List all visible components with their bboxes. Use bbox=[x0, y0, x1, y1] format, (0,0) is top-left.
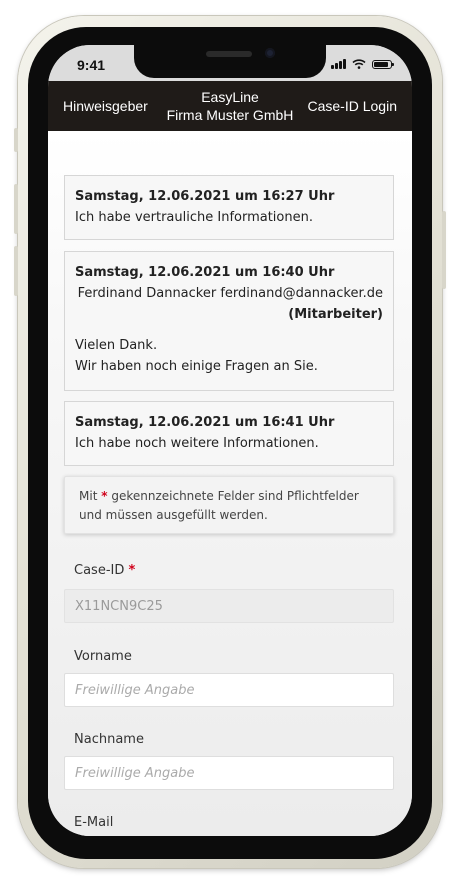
nav-link-hinweisgeber[interactable]: Hinweisgeber bbox=[63, 98, 148, 114]
notch bbox=[134, 45, 326, 78]
message-text-line: Vielen Dank. bbox=[75, 338, 158, 353]
message-date: Samstag, 12.06.2021 um 16:40 Uhr bbox=[75, 265, 335, 280]
volume-down-button bbox=[14, 246, 18, 296]
message-text: Ich habe vertrauliche Informationen. bbox=[75, 210, 313, 225]
required-asterisk: * bbox=[101, 489, 108, 503]
notice-prefix: Mit bbox=[79, 489, 98, 503]
volume-up-button bbox=[14, 184, 18, 234]
case-id-label: Case-ID * bbox=[74, 563, 135, 578]
email-label: E-Mail bbox=[74, 815, 114, 830]
nachname-field[interactable] bbox=[64, 756, 394, 790]
front-camera-icon bbox=[265, 48, 275, 58]
message-card: Samstag, 12.06.2021 um 16:27 Uhr Ich hab… bbox=[64, 175, 394, 240]
status-time: 9:41 bbox=[77, 57, 106, 73]
required-asterisk: * bbox=[128, 563, 136, 578]
case-id-field[interactable] bbox=[64, 589, 394, 623]
message-card: Samstag, 12.06.2021 um 16:40 Uhr Ferdina… bbox=[64, 251, 394, 391]
wifi-icon bbox=[352, 59, 366, 69]
top-navbar: Hinweisgeber EasyLine Firma Muster GmbH … bbox=[48, 81, 412, 131]
speaker-grille bbox=[206, 51, 252, 57]
message-date: Samstag, 12.06.2021 um 16:41 Uhr bbox=[75, 415, 335, 430]
battery-icon bbox=[372, 59, 394, 69]
message-sender-role: (Mitarbeiter) bbox=[288, 307, 383, 322]
message-card: Samstag, 12.06.2021 um 16:41 Uhr Ich hab… bbox=[64, 401, 394, 466]
message-date: Samstag, 12.06.2021 um 16:27 Uhr bbox=[75, 189, 335, 204]
message-text-line: Wir haben noch einige Fragen an Sie. bbox=[75, 359, 318, 374]
phone-screen: 9:41 Hinweisgeber EasyLine Firma Muster … bbox=[48, 45, 412, 836]
vorname-field[interactable] bbox=[64, 673, 394, 707]
power-button bbox=[442, 211, 446, 289]
cellular-signal-icon bbox=[331, 59, 346, 69]
vorname-label: Vorname bbox=[74, 649, 132, 664]
nachname-label: Nachname bbox=[74, 732, 144, 747]
notice-text: gekennzeichnete Felder sind Pflichtfelde… bbox=[79, 489, 359, 522]
nav-link-case-id-login[interactable]: Case-ID Login bbox=[308, 98, 398, 114]
main-content: Samstag, 12.06.2021 um 16:27 Uhr Ich hab… bbox=[48, 131, 412, 836]
mute-switch bbox=[14, 128, 18, 152]
case-id-label-text: Case-ID bbox=[74, 563, 125, 578]
message-text: Ich habe noch weitere Informationen. bbox=[75, 436, 319, 451]
status-icons bbox=[331, 59, 394, 69]
required-fields-notice: Mit * gekennzeichnete Felder sind Pflich… bbox=[64, 476, 394, 534]
message-sender: Ferdinand Dannacker ferdinand@dannacker.… bbox=[77, 286, 383, 301]
